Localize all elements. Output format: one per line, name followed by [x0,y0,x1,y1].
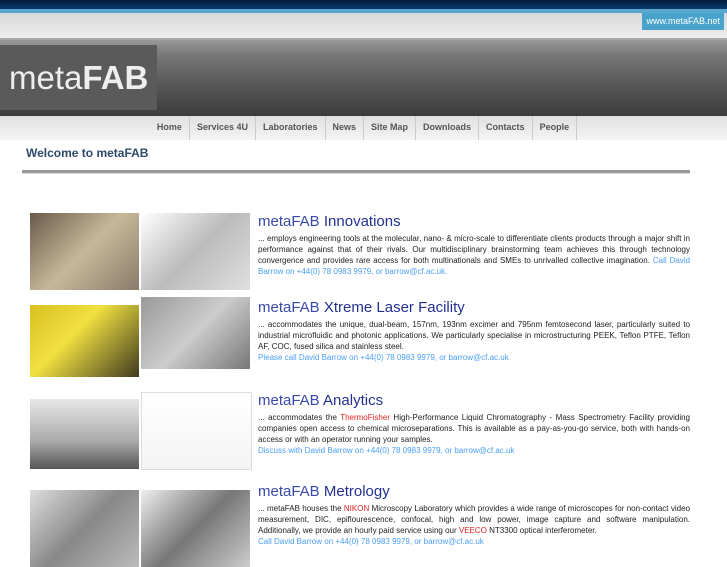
microscopy-lab-photo [30,490,139,567]
nav-news[interactable]: News [326,116,365,140]
thermofisher-link[interactable]: ThermoFisher [340,413,390,422]
section-text: ... metaFAB houses the [258,504,344,513]
site-url-link[interactable]: www.metaFAB.net [642,13,724,30]
veeco-link[interactable]: VEECO [459,526,487,535]
section-text: ... employs engineering tools at the mol… [258,234,690,265]
heading-title: Innovations [319,213,401,230]
microscope-photo [141,490,250,567]
logo[interactable]: metaFAB [0,45,157,110]
section-text: NT3300 optical interferometer. [486,526,597,535]
nav-downloads[interactable]: Downloads [416,116,480,140]
brand: metaFAB [258,299,320,316]
nav-services[interactable]: Services 4U [190,116,256,140]
nav-laboratories[interactable]: Laboratories [256,116,326,140]
logo-light: meta [9,59,83,96]
contact-link[interactable]: Call David Barrow on +44(0) 78 0983 9979… [258,536,690,547]
chromatogram-image [141,392,252,470]
main-nav: Home Services 4U Laboratories News Site … [0,116,727,140]
top-bar [0,0,727,9]
section-text: ... accommodates the [258,413,341,422]
logo-bold: FAB [82,59,149,96]
heading-title: Xtreme Laser Facility [319,299,465,316]
section-heading[interactable]: metaFAB Innovations [258,213,690,230]
microstructure-photo [141,297,250,369]
nav-site-map[interactable]: Site Map [364,116,417,140]
nav-contacts[interactable]: Contacts [479,116,533,140]
laser-lab-photo [30,305,139,377]
nikon-link[interactable]: NIKON [344,504,369,513]
contact-link[interactable]: Discuss with David Barrow on +44(0) 78 0… [258,445,690,456]
contact-link[interactable]: Please call David Barrow on +44(0) 78 09… [258,352,690,363]
brand: metaFAB [258,483,320,500]
top-band [0,13,727,38]
hplc-photo [30,399,139,469]
brand: metaFAB [258,392,320,409]
section-heading[interactable]: metaFAB Xtreme Laser Facility [258,299,690,316]
nav-home[interactable]: Home [150,116,190,140]
meeting-photo [30,213,139,290]
brand: metaFAB [258,213,320,230]
device-photo [141,213,250,290]
heading-title: Analytics [319,392,384,409]
heading-title: Metrology [319,483,390,500]
page-title: Welcome to metaFAB [26,146,149,160]
section-text: ... accommodates the unique, dual-beam, … [258,320,690,351]
section-heading[interactable]: metaFAB Analytics [258,392,690,409]
section-heading[interactable]: metaFAB Metrology [258,483,690,500]
nav-people[interactable]: People [533,116,578,140]
divider [22,170,690,174]
